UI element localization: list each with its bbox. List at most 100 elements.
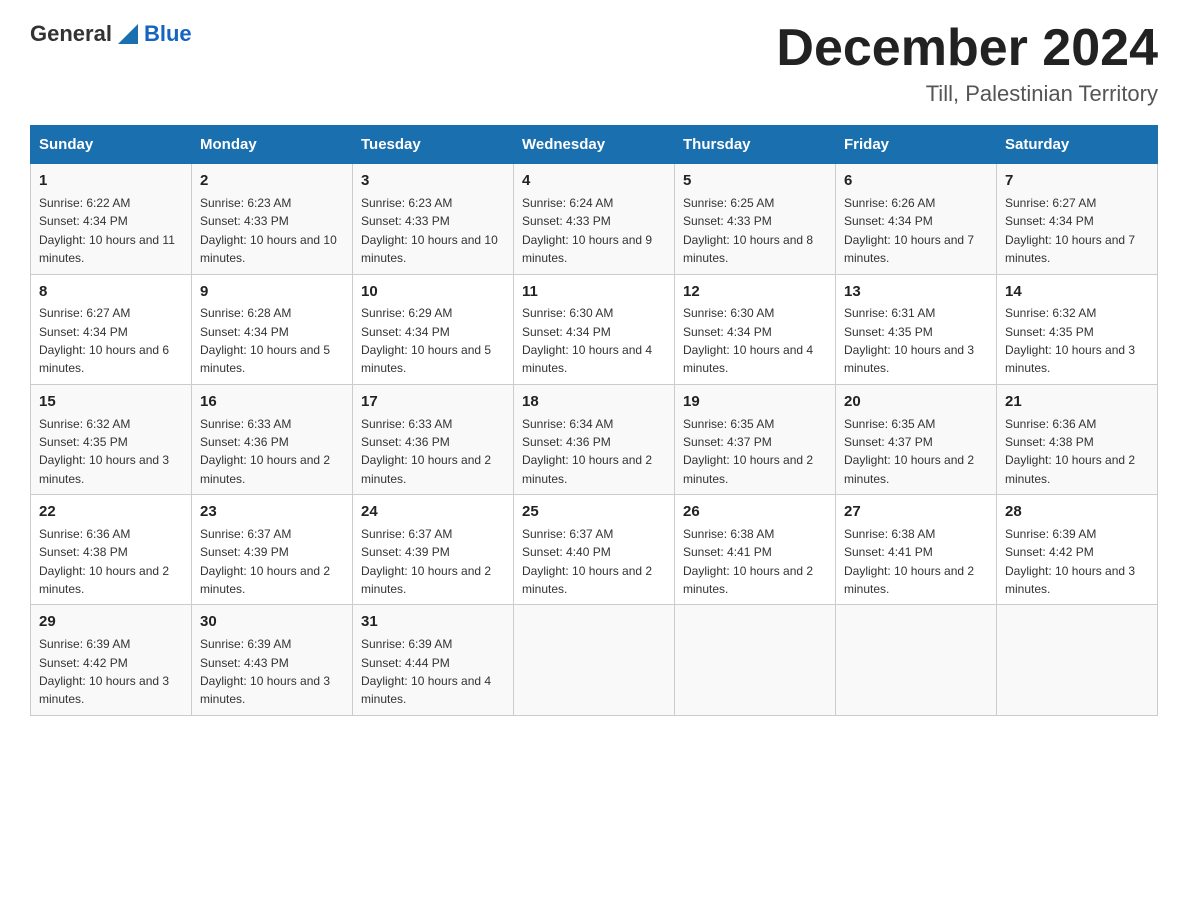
day-number: 23: [200, 501, 344, 523]
day-cell-15: 15 Sunrise: 6:32 AMSunset: 4:35 PMDayligh…: [31, 384, 192, 494]
day-number: 24: [361, 501, 505, 523]
day-number: 25: [522, 501, 666, 523]
day-number: 8: [39, 281, 183, 303]
day-cell-25: 25 Sunrise: 6:37 AMSunset: 4:40 PMDayligh…: [514, 495, 675, 605]
day-cell-6: 6 Sunrise: 6:26 AMSunset: 4:34 PMDaylight…: [836, 164, 997, 274]
logo-blue: Blue: [144, 21, 192, 47]
day-info: Sunrise: 6:36 AMSunset: 4:38 PMDaylight:…: [1005, 417, 1135, 486]
day-info: Sunrise: 6:30 AMSunset: 4:34 PMDaylight:…: [683, 306, 813, 375]
day-number: 22: [39, 501, 183, 523]
day-number: 28: [1005, 501, 1149, 523]
header-saturday: Saturday: [997, 126, 1158, 164]
day-info: Sunrise: 6:22 AMSunset: 4:34 PMDaylight:…: [39, 196, 175, 265]
day-info: Sunrise: 6:39 AMSunset: 4:42 PMDaylight:…: [1005, 527, 1135, 596]
day-cell-14: 14 Sunrise: 6:32 AMSunset: 4:35 PMDayligh…: [997, 274, 1158, 384]
day-cell-23: 23 Sunrise: 6:37 AMSunset: 4:39 PMDayligh…: [192, 495, 353, 605]
day-info: Sunrise: 6:30 AMSunset: 4:34 PMDaylight:…: [522, 306, 652, 375]
calendar-title: December 2024: [776, 20, 1158, 77]
empty-cell: [514, 605, 675, 715]
day-cell-22: 22 Sunrise: 6:36 AMSunset: 4:38 PMDayligh…: [31, 495, 192, 605]
day-cell-13: 13Sunrise: 6:31 AMSunset: 4:35 PMDayligh…: [836, 274, 997, 384]
day-cell-28: 28 Sunrise: 6:39 AMSunset: 4:42 PMDayligh…: [997, 495, 1158, 605]
day-cell-7: 7 Sunrise: 6:27 AMSunset: 4:34 PMDaylight…: [997, 164, 1158, 274]
week-row-2: 8 Sunrise: 6:27 AMSunset: 4:34 PMDaylight…: [31, 274, 1158, 384]
day-number: 15: [39, 391, 183, 413]
day-cell-1: 1 Sunrise: 6:22 AMSunset: 4:34 PMDaylight…: [31, 164, 192, 274]
day-number: 10: [361, 281, 505, 303]
day-info: Sunrise: 6:33 AMSunset: 4:36 PMDaylight:…: [200, 417, 330, 486]
empty-cell: [675, 605, 836, 715]
day-info: Sunrise: 6:26 AMSunset: 4:34 PMDaylight:…: [844, 196, 974, 265]
day-number: 21: [1005, 391, 1149, 413]
header-tuesday: Tuesday: [353, 126, 514, 164]
calendar-table: SundayMondayTuesdayWednesdayThursdayFrid…: [30, 125, 1158, 716]
header-thursday: Thursday: [675, 126, 836, 164]
day-number: 17: [361, 391, 505, 413]
day-info: Sunrise: 6:37 AMSunset: 4:40 PMDaylight:…: [522, 527, 652, 596]
header-monday: Monday: [192, 126, 353, 164]
day-number: 31: [361, 611, 505, 633]
week-row-1: 1 Sunrise: 6:22 AMSunset: 4:34 PMDaylight…: [31, 164, 1158, 274]
day-cell-3: 3 Sunrise: 6:23 AMSunset: 4:33 PMDaylight…: [353, 164, 514, 274]
day-info: Sunrise: 6:29 AMSunset: 4:34 PMDaylight:…: [361, 306, 491, 375]
days-header-row: SundayMondayTuesdayWednesdayThursdayFrid…: [31, 126, 1158, 164]
day-cell-18: 18Sunrise: 6:34 AMSunset: 4:36 PMDayligh…: [514, 384, 675, 494]
day-cell-12: 12 Sunrise: 6:30 AMSunset: 4:34 PMDayligh…: [675, 274, 836, 384]
week-row-3: 15 Sunrise: 6:32 AMSunset: 4:35 PMDayligh…: [31, 384, 1158, 494]
logo-general: General: [30, 21, 112, 47]
empty-cell: [997, 605, 1158, 715]
day-cell-31: 31 Sunrise: 6:39 AMSunset: 4:44 PMDayligh…: [353, 605, 514, 715]
day-info: Sunrise: 6:38 AMSunset: 4:41 PMDaylight:…: [683, 527, 813, 596]
day-info: Sunrise: 6:37 AMSunset: 4:39 PMDaylight:…: [200, 527, 330, 596]
day-cell-27: 27Sunrise: 6:38 AMSunset: 4:41 PMDayligh…: [836, 495, 997, 605]
week-row-5: 29 Sunrise: 6:39 AMSunset: 4:42 PMDayligh…: [31, 605, 1158, 715]
day-cell-2: 2Sunrise: 6:23 AMSunset: 4:33 PMDaylight…: [192, 164, 353, 274]
day-cell-21: 21 Sunrise: 6:36 AMSunset: 4:38 PMDayligh…: [997, 384, 1158, 494]
day-number: 12: [683, 281, 827, 303]
day-number: 30: [200, 611, 344, 633]
logo-triangle-icon: [114, 20, 142, 48]
day-info: Sunrise: 6:36 AMSunset: 4:38 PMDaylight:…: [39, 527, 169, 596]
day-cell-4: 4Sunrise: 6:24 AMSunset: 4:33 PMDaylight…: [514, 164, 675, 274]
day-cell-26: 26 Sunrise: 6:38 AMSunset: 4:41 PMDayligh…: [675, 495, 836, 605]
day-cell-19: 19Sunrise: 6:35 AMSunset: 4:37 PMDayligh…: [675, 384, 836, 494]
day-cell-29: 29 Sunrise: 6:39 AMSunset: 4:42 PMDayligh…: [31, 605, 192, 715]
day-number: 20: [844, 391, 988, 413]
day-info: Sunrise: 6:37 AMSunset: 4:39 PMDaylight:…: [361, 527, 491, 596]
header-friday: Friday: [836, 126, 997, 164]
day-info: Sunrise: 6:27 AMSunset: 4:34 PMDaylight:…: [1005, 196, 1135, 265]
day-info: Sunrise: 6:27 AMSunset: 4:34 PMDaylight:…: [39, 306, 169, 375]
day-info: Sunrise: 6:35 AMSunset: 4:37 PMDaylight:…: [844, 417, 974, 486]
day-cell-9: 9Sunrise: 6:28 AMSunset: 4:34 PMDaylight…: [192, 274, 353, 384]
day-info: Sunrise: 6:23 AMSunset: 4:33 PMDaylight:…: [361, 196, 498, 265]
day-number: 4: [522, 170, 666, 192]
header-wednesday: Wednesday: [514, 126, 675, 164]
day-cell-5: 5 Sunrise: 6:25 AMSunset: 4:33 PMDaylight…: [675, 164, 836, 274]
page-header: General Blue December 2024 Till, Palesti…: [30, 20, 1158, 107]
day-cell-16: 16Sunrise: 6:33 AMSunset: 4:36 PMDayligh…: [192, 384, 353, 494]
day-number: 19: [683, 391, 827, 413]
day-number: 26: [683, 501, 827, 523]
day-number: 11: [522, 281, 666, 303]
day-info: Sunrise: 6:32 AMSunset: 4:35 PMDaylight:…: [1005, 306, 1135, 375]
day-info: Sunrise: 6:31 AMSunset: 4:35 PMDaylight:…: [844, 306, 974, 375]
empty-cell: [836, 605, 997, 715]
day-cell-11: 11 Sunrise: 6:30 AMSunset: 4:34 PMDayligh…: [514, 274, 675, 384]
day-number: 14: [1005, 281, 1149, 303]
day-info: Sunrise: 6:28 AMSunset: 4:34 PMDaylight:…: [200, 306, 330, 375]
day-number: 5: [683, 170, 827, 192]
day-info: Sunrise: 6:25 AMSunset: 4:33 PMDaylight:…: [683, 196, 813, 265]
title-block: December 2024 Till, Palestinian Territor…: [776, 20, 1158, 107]
day-info: Sunrise: 6:39 AMSunset: 4:43 PMDaylight:…: [200, 637, 330, 706]
day-info: Sunrise: 6:39 AMSunset: 4:44 PMDaylight:…: [361, 637, 491, 706]
day-number: 3: [361, 170, 505, 192]
day-number: 1: [39, 170, 183, 192]
calendar-subtitle: Till, Palestinian Territory: [776, 81, 1158, 107]
day-info: Sunrise: 6:39 AMSunset: 4:42 PMDaylight:…: [39, 637, 169, 706]
day-info: Sunrise: 6:32 AMSunset: 4:35 PMDaylight:…: [39, 417, 169, 486]
day-number: 7: [1005, 170, 1149, 192]
day-number: 6: [844, 170, 988, 192]
day-number: 29: [39, 611, 183, 633]
header-sunday: Sunday: [31, 126, 192, 164]
day-number: 2: [200, 170, 344, 192]
